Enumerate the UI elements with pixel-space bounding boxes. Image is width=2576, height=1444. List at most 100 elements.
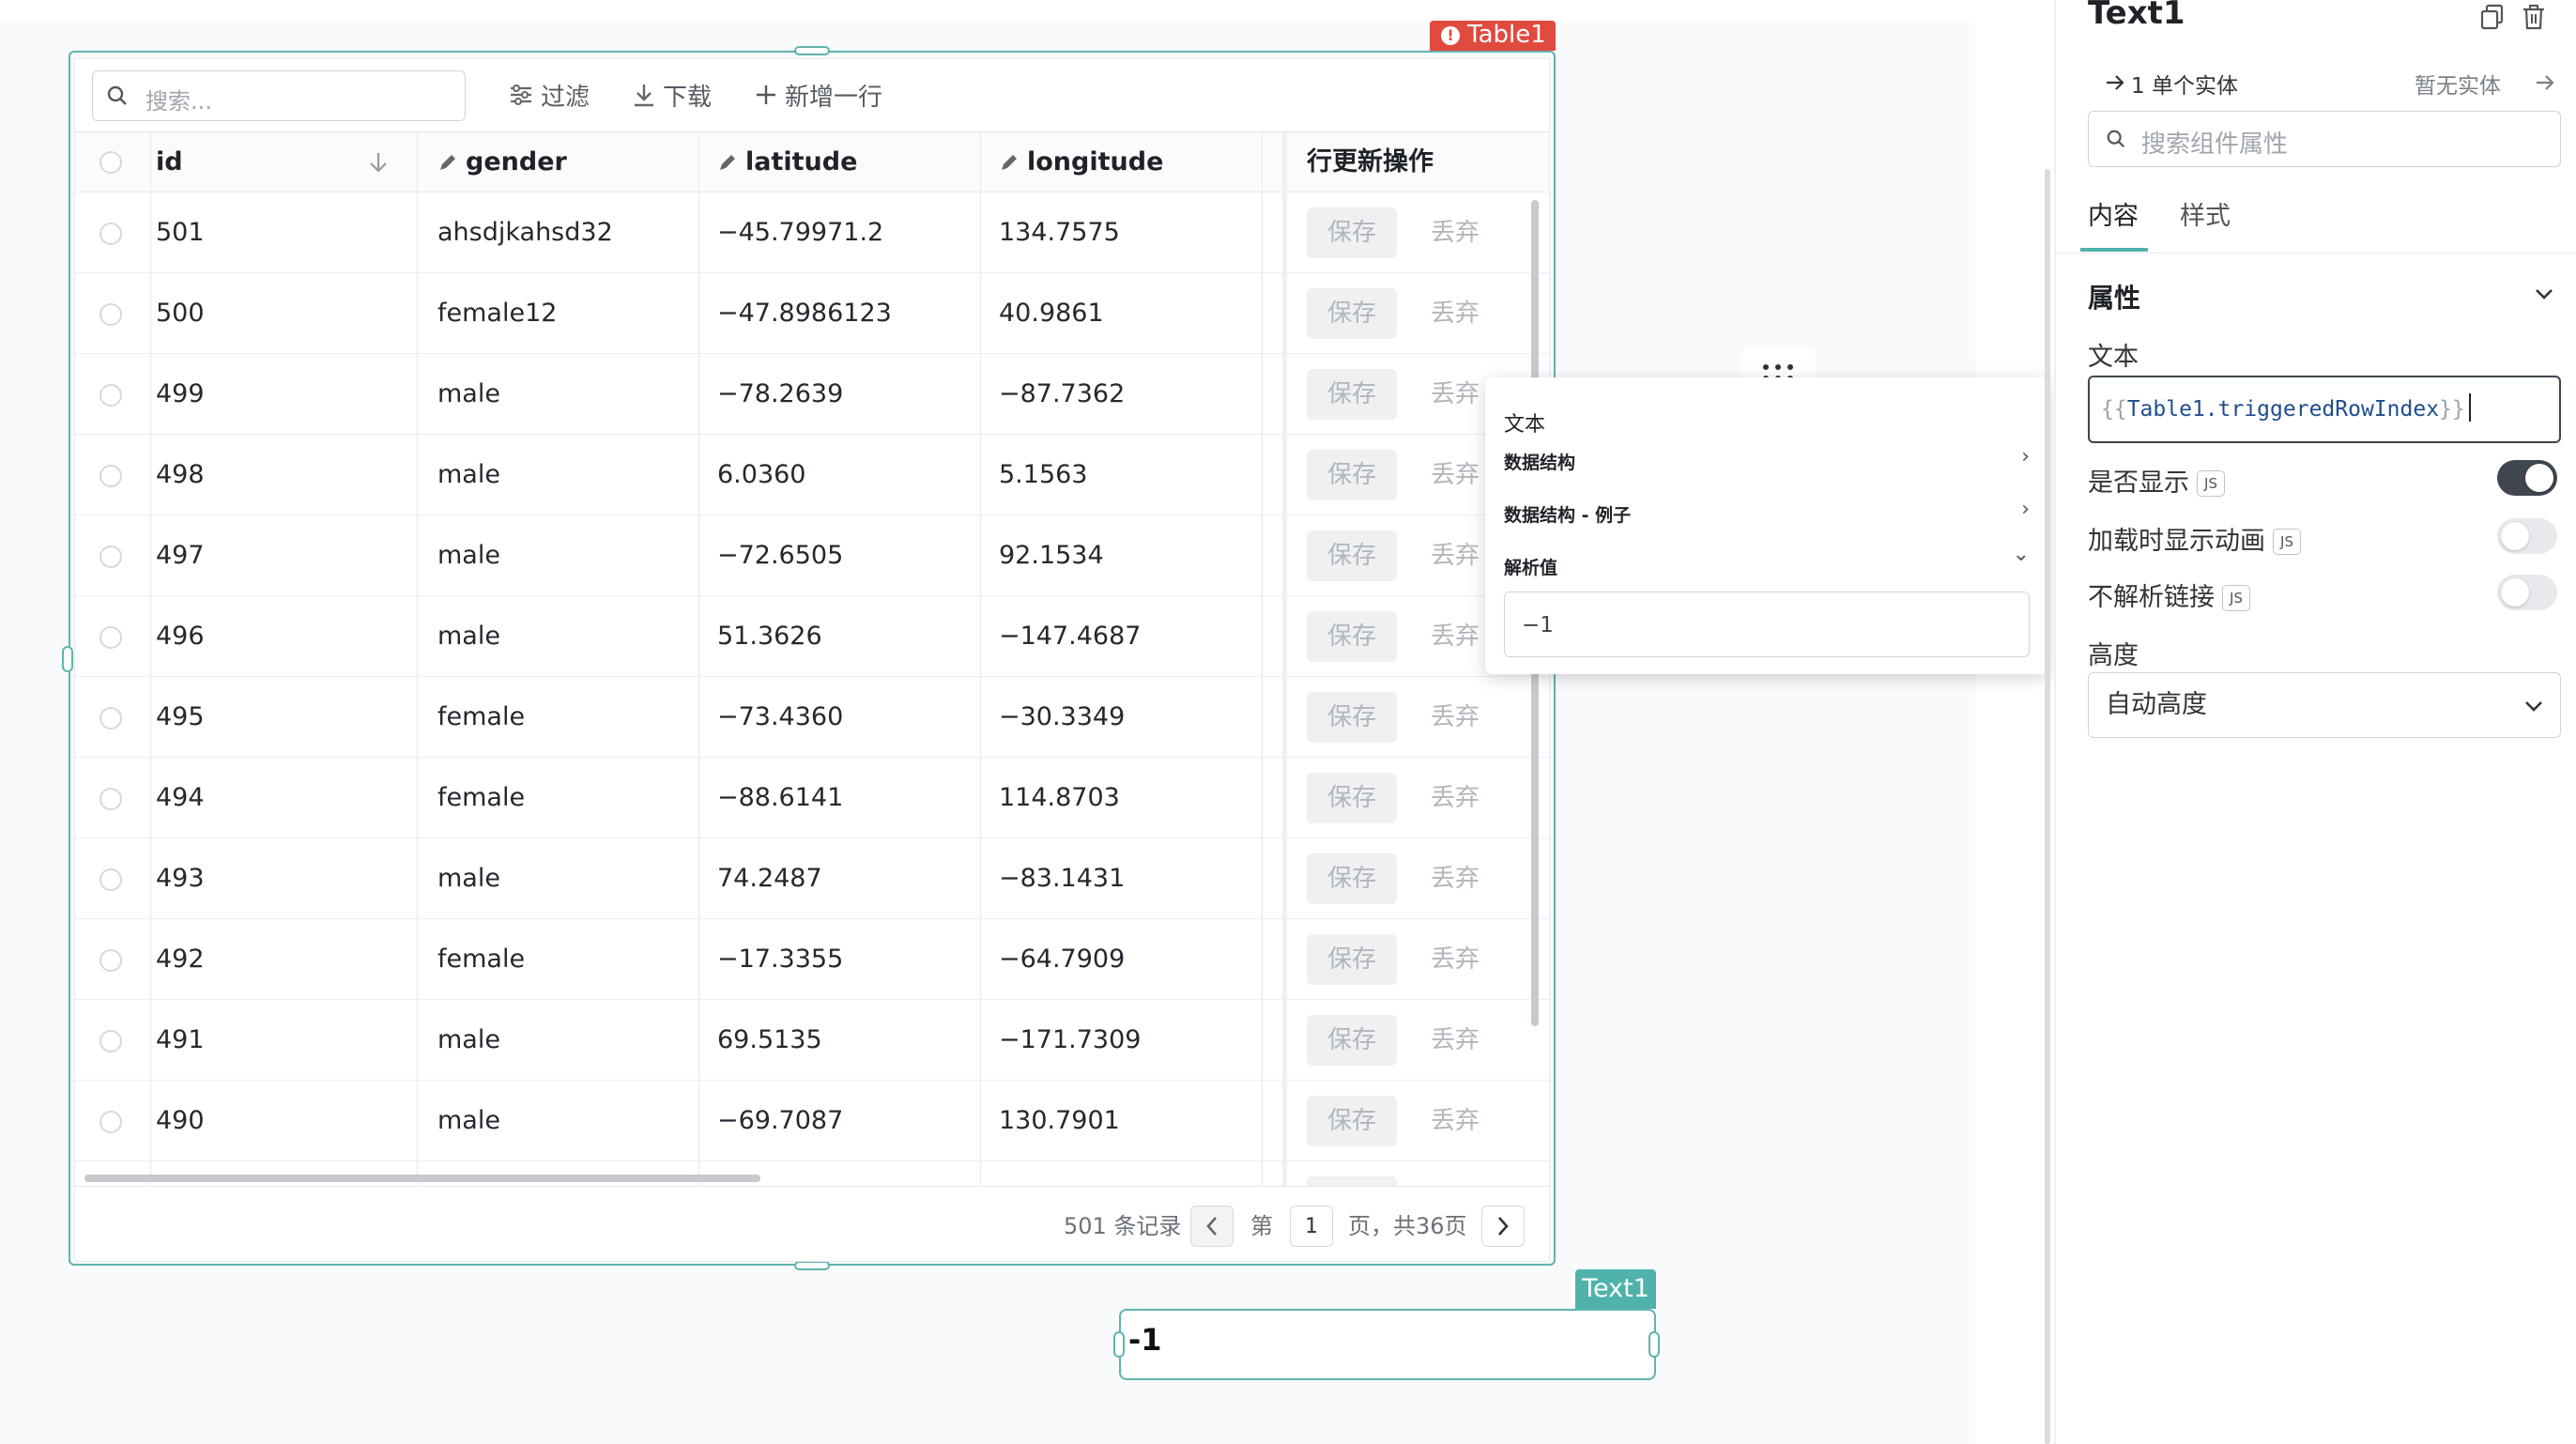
- cell-id[interactable]: 500: [156, 273, 205, 354]
- tab-style[interactable]: 样式: [2180, 195, 2231, 232]
- discard-button[interactable]: 丢弃: [1418, 692, 1493, 743]
- row-checkbox[interactable]: [100, 788, 122, 810]
- discard-button[interactable]: 丢弃: [1418, 207, 1493, 258]
- cell-latitude[interactable]: −73.4360: [717, 677, 843, 758]
- table-row[interactable]: 493 male 74.2487 −83.1431 保存 丢弃: [75, 838, 1549, 919]
- row-checkbox[interactable]: [100, 545, 122, 568]
- table-row[interactable]: 496 male 51.3626 −147.4687 保存 丢弃: [75, 596, 1549, 677]
- table-search-input[interactable]: 搜索...: [92, 70, 466, 121]
- cell-latitude[interactable]: 6.0360: [717, 435, 805, 515]
- tab-content[interactable]: 内容: [2088, 195, 2139, 232]
- resize-handle-bottom[interactable]: [794, 1261, 830, 1270]
- cell-longitude[interactable]: −83.1431: [999, 838, 1125, 919]
- cell-gender[interactable]: ahsdjkahsd32: [437, 192, 613, 273]
- save-button[interactable]: 保存: [1307, 1015, 1397, 1066]
- cell-latitude[interactable]: −47.8986123: [717, 273, 892, 354]
- table-row[interactable]: 490 male −69.7087 130.7901 保存 丢弃: [75, 1081, 1549, 1161]
- cell-gender[interactable]: male: [437, 1000, 500, 1081]
- cell-id[interactable]: 496: [156, 596, 205, 677]
- cell-id[interactable]: 497: [156, 515, 205, 596]
- save-button[interactable]: 保存: [1307, 611, 1397, 662]
- discard-button[interactable]: 丢弃: [1418, 773, 1493, 823]
- resize-handle-right[interactable]: [1648, 1331, 1660, 1358]
- js-badge[interactable]: JS: [2273, 529, 2301, 555]
- discard-button[interactable]: 丢弃: [1418, 1015, 1493, 1066]
- resize-handle-top[interactable]: [794, 46, 830, 55]
- text-property-input[interactable]: {{Table1.triggeredRowIndex}}: [2088, 376, 2561, 443]
- discard-button[interactable]: 丢弃: [1418, 530, 1493, 581]
- cell-gender[interactable]: male: [437, 596, 500, 677]
- prev-page-button[interactable]: [1190, 1206, 1234, 1247]
- row-checkbox[interactable]: [100, 465, 122, 487]
- cell-latitude[interactable]: 51.3626: [717, 596, 822, 677]
- text-widget[interactable]: [1119, 1309, 1656, 1380]
- cell-gender[interactable]: male: [437, 354, 500, 435]
- row-checkbox[interactable]: [100, 949, 122, 972]
- page-number-input[interactable]: 1: [1290, 1206, 1333, 1247]
- save-button[interactable]: 保存: [1307, 369, 1397, 420]
- cell-id[interactable]: 493: [156, 838, 205, 919]
- horizontal-scrollbar[interactable]: [84, 1175, 760, 1182]
- cell-gender[interactable]: female12: [437, 273, 557, 354]
- save-button[interactable]: 保存: [1307, 853, 1397, 904]
- discard-button[interactable]: 丢弃: [1418, 1096, 1493, 1146]
- text-widget-tag[interactable]: Text1: [1575, 1269, 1656, 1309]
- height-select[interactable]: 自动高度: [2088, 672, 2561, 738]
- cell-id[interactable]: 490: [156, 1081, 205, 1161]
- save-button[interactable]: 保存: [1307, 1096, 1397, 1146]
- column-header-id[interactable]: id: [156, 132, 400, 192]
- cell-longitude[interactable]: −147.4687: [999, 596, 1141, 677]
- table-row[interactable]: 491 male 69.5135 −171.7309 保存 丢弃: [75, 1000, 1549, 1081]
- discard-button[interactable]: 丢弃: [1418, 369, 1493, 420]
- column-header-gender[interactable]: gender: [437, 132, 567, 192]
- save-button[interactable]: 保存: [1307, 692, 1397, 743]
- cell-longitude[interactable]: −64.7909: [999, 919, 1125, 1000]
- table-row[interactable]: 500 female12 −47.8986123 40.9861 保存 丢弃: [75, 273, 1549, 354]
- row-checkbox[interactable]: [100, 1030, 122, 1052]
- table-row[interactable]: 499 male −78.2639 −87.7362 保存 丢弃: [75, 354, 1549, 435]
- property-search-input[interactable]: 搜索组件属性: [2088, 111, 2561, 167]
- row-checkbox[interactable]: [100, 303, 122, 326]
- cell-id[interactable]: 491: [156, 1000, 205, 1081]
- save-button[interactable]: 保存: [1307, 530, 1397, 581]
- discard-button[interactable]: 丢弃: [1418, 853, 1493, 904]
- cell-latitude[interactable]: −45.79971.2: [717, 192, 883, 273]
- save-button[interactable]: 保存: [1307, 934, 1397, 985]
- table-row[interactable]: 497 male −72.6505 92.1534 保存 丢弃: [75, 515, 1549, 596]
- next-page-button[interactable]: [1481, 1206, 1525, 1247]
- cell-latitude[interactable]: −69.7087: [717, 1081, 843, 1161]
- cell-latitude[interactable]: 69.5135: [717, 1000, 822, 1081]
- cell-latitude[interactable]: −72.6505: [717, 515, 843, 596]
- table-name-tag[interactable]: ! Table1: [1430, 21, 1556, 51]
- delete-icon[interactable]: [2522, 4, 2546, 30]
- cell-id[interactable]: 499: [156, 354, 205, 435]
- row-checkbox[interactable]: [100, 707, 122, 730]
- cell-longitude[interactable]: 92.1534: [999, 515, 1104, 596]
- save-button[interactable]: 保存: [1307, 288, 1397, 339]
- discard-button[interactable]: 丢弃: [1418, 934, 1493, 985]
- filter-button[interactable]: 过滤: [509, 72, 590, 117]
- cell-id[interactable]: 495: [156, 677, 205, 758]
- cell-latitude[interactable]: −88.6141: [717, 758, 843, 838]
- sort-down-icon[interactable]: [368, 151, 389, 174]
- cell-longitude[interactable]: 5.1563: [999, 435, 1087, 515]
- add-row-button[interactable]: 新增一行: [755, 72, 882, 117]
- download-button[interactable]: 下载: [633, 72, 712, 117]
- cell-gender[interactable]: male: [437, 838, 500, 919]
- cell-longitude[interactable]: 130.7901: [999, 1081, 1120, 1161]
- no-link-toggle[interactable]: [2497, 575, 2557, 610]
- row-checkbox[interactable]: [100, 223, 122, 245]
- cell-longitude[interactable]: 114.8703: [999, 758, 1120, 838]
- resize-handle-left[interactable]: [1113, 1331, 1125, 1358]
- save-button[interactable]: 保存: [1307, 450, 1397, 500]
- cell-id[interactable]: 498: [156, 435, 205, 515]
- resize-handle-left[interactable]: [62, 646, 73, 672]
- select-all-checkbox[interactable]: [100, 151, 122, 174]
- cell-longitude[interactable]: −171.7309: [999, 1000, 1141, 1081]
- cell-gender[interactable]: male: [437, 435, 500, 515]
- save-button[interactable]: 保存: [1307, 773, 1397, 823]
- cell-longitude[interactable]: −87.7362: [999, 354, 1125, 435]
- table-row[interactable]: 494 female −88.6141 114.8703 保存 丢弃: [75, 758, 1549, 838]
- table-row[interactable]: 495 female −73.4360 −30.3349 保存 丢弃: [75, 677, 1549, 758]
- visible-toggle[interactable]: [2497, 460, 2557, 496]
